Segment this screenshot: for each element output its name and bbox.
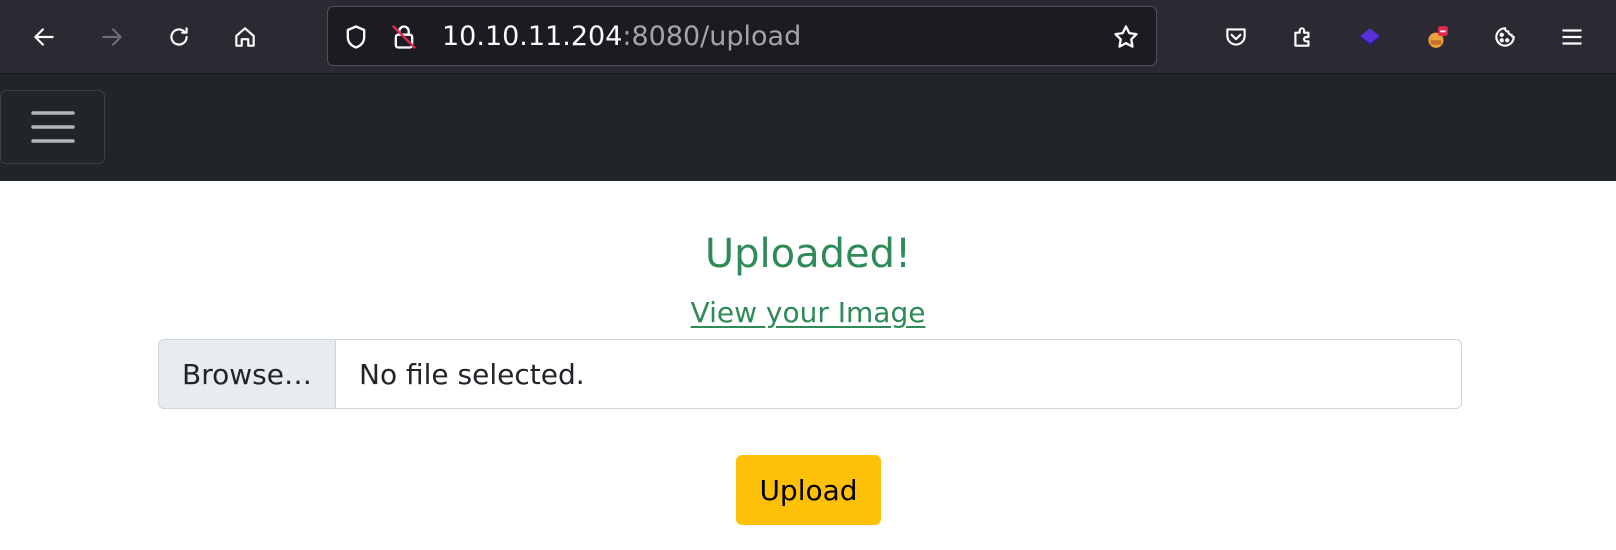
upload-page: Uploaded! View your Image Browse… No fil…	[0, 181, 1616, 550]
view-image-link[interactable]: View your Image	[691, 296, 926, 329]
fox-extension-icon	[1428, 26, 1448, 48]
extension-purple-button[interactable]	[1350, 17, 1390, 57]
puzzle-icon	[1294, 27, 1310, 47]
reload-icon	[170, 27, 188, 46]
upload-button[interactable]: Upload	[736, 455, 881, 525]
url-bar[interactable]: 10.10.11.204:8080/upload	[327, 6, 1157, 66]
cookie-icon	[1495, 27, 1515, 47]
file-status-text: No file selected.	[359, 357, 585, 391]
browser-toolbar: 10.10.11.204:8080/upload	[0, 0, 1616, 74]
shield-icon[interactable]	[342, 23, 370, 51]
home-icon	[235, 27, 255, 47]
browse-button[interactable]: Browse…	[159, 340, 336, 408]
url-host: 10.10.11.204	[442, 21, 623, 52]
arrow-left-icon	[34, 28, 54, 46]
purple-diamond-icon	[1360, 28, 1380, 46]
extension-fox-button[interactable]	[1417, 17, 1457, 57]
hamburger-menu-icon	[30, 111, 75, 143]
cookie-button[interactable]	[1485, 17, 1525, 57]
home-button[interactable]	[225, 17, 265, 57]
view-image-link-wrapper: View your Image	[0, 296, 1616, 330]
arrow-right-icon	[102, 28, 122, 46]
app-menu-button[interactable]	[1552, 17, 1592, 57]
navbar-toggler-button[interactable]	[0, 90, 105, 164]
extensions-button[interactable]	[1283, 17, 1323, 57]
hamburger-menu-icon	[1562, 29, 1582, 45]
forward-button[interactable]	[92, 17, 132, 57]
back-button[interactable]	[24, 17, 64, 57]
reload-button[interactable]	[159, 17, 199, 57]
insecure-lock-icon[interactable]	[390, 23, 418, 51]
url-path: :8080/upload	[622, 21, 802, 52]
star-icon[interactable]	[1112, 23, 1140, 51]
url-text[interactable]: 10.10.11.204:8080/upload	[442, 22, 801, 52]
upload-status-heading: Uploaded!	[704, 231, 912, 277]
pocket-button[interactable]	[1216, 17, 1256, 57]
site-navbar	[0, 74, 1616, 181]
file-input[interactable]: Browse… No file selected.	[158, 339, 1462, 409]
pocket-icon	[1226, 28, 1246, 46]
